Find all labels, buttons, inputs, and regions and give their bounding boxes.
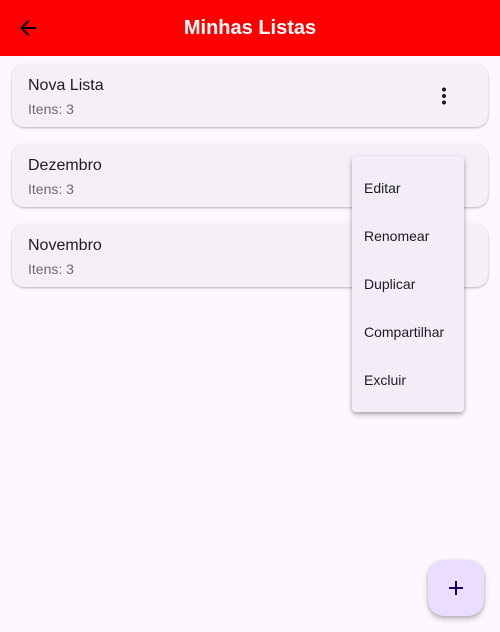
app-bar: Minhas Listas [0, 0, 500, 56]
page-title: Minhas Listas [183, 17, 317, 39]
menu-item-editar[interactable]: Editar [352, 164, 464, 212]
more-vertical-icon [442, 87, 446, 105]
more-options-button[interactable] [424, 76, 464, 116]
list-title: Novembro [28, 237, 102, 254]
list-item-count: Itens: 3 [28, 181, 74, 197]
list-title: Nova Lista [28, 77, 104, 94]
menu-item-compartilhar[interactable]: Compartilhar [352, 308, 464, 356]
popup-menu: Editar Renomear Duplicar Compartilhar Ex… [352, 156, 464, 412]
list-item-count: Itens: 3 [28, 261, 74, 277]
plus-icon [449, 581, 463, 595]
list-title: Dezembro [28, 157, 102, 174]
list-card-nova-lista[interactable]: Nova Lista Itens: 3 [12, 64, 488, 127]
menu-item-excluir[interactable]: Excluir [352, 356, 464, 404]
list-item-count: Itens: 3 [28, 101, 74, 117]
menu-item-duplicar[interactable]: Duplicar [352, 260, 464, 308]
menu-item-renomear[interactable]: Renomear [352, 212, 464, 260]
add-list-button[interactable] [428, 560, 484, 616]
